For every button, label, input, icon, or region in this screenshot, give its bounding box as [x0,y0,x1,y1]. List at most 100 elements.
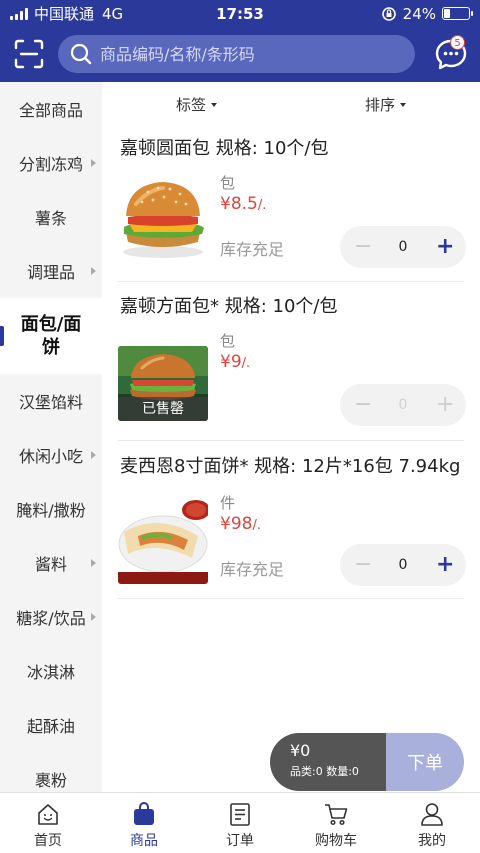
burger-image[interactable] [118,172,208,264]
quantity-value[interactable]: 0 [399,397,408,413]
decrease-button[interactable]: − [354,394,372,416]
sort-filter[interactable]: 排序 [365,94,407,115]
top-bar: 中国联通 4G 17:53 24% 商品编码/名称/条形码 5 [0,0,480,82]
product-price: ¥98/. [220,514,261,534]
battery-percent: 24% [402,4,436,23]
orientation-lock-icon [381,6,396,21]
sidebar-item-label: 裹粉 [34,771,67,790]
sidebar-item-category[interactable]: 休闲小吃 [0,428,102,482]
cart-summary-bar: ¥0 品类:0 数量:0 下单 [270,733,464,791]
bag-icon [134,802,154,825]
message-badge: 5 [450,35,465,50]
nav-item-cart[interactable]: 购物车 [288,793,384,853]
sold-out-label: 已售罄 [118,397,208,421]
user-icon [421,803,443,826]
sidebar-item-label: 面包/面饼 [20,313,82,358]
network-type: 4G [102,4,124,23]
product-list-area: 标签 排序 嘉顿圆面包 规格: 10个/包 包 ¥8.5/. 库存充足 − 0 … [102,82,480,792]
sidebar-item-category[interactable]: 裹粉 [0,752,102,792]
order-list-icon [230,803,250,826]
caret-down-icon [211,102,218,107]
home-icon [38,804,58,825]
place-order-button[interactable]: 下单 [386,733,464,791]
nav-item-home[interactable]: 首页 [0,793,96,853]
chevron-right-icon [91,559,96,567]
nav-item-profile[interactable]: 我的 [384,793,480,853]
search-input[interactable] [100,44,400,64]
quantity-stepper: − 0 + [340,384,466,426]
nav-item-products[interactable]: 商品 [96,793,192,853]
product-card[interactable]: 嘉顿方面包* 规格: 10个/包 已售罄 包 ¥9/. − 0 + [118,292,466,441]
increase-button[interactable]: + [436,236,454,258]
caret-down-icon [400,102,407,107]
sidebar-item-category[interactable]: 薯条 [0,190,102,244]
product-name: 嘉顿方面包* 规格: 10个/包 [120,296,338,317]
nav-label: 购物车 [315,833,357,849]
tag-filter-label: 标签 [176,96,207,114]
search-icon [70,43,92,65]
wrap-image[interactable] [118,492,208,584]
sidebar-item-category[interactable]: 面包/面饼 [0,298,102,374]
sidebar-item-label: 起酥油 [26,717,75,736]
bottom-nav: 首页 商品 订单 购物车 我的 [0,792,480,853]
product-unit: 件 [220,494,236,512]
product-unit: 包 [220,174,236,192]
stock-status: 库存充足 [220,560,285,579]
sidebar-item-label: 薯条 [34,209,67,228]
sidebar-item-category[interactable]: 冰淇淋 [0,644,102,698]
sidebar-item-label: 调理品 [26,263,75,282]
signal-icon [10,7,28,20]
product-name: 嘉顿圆面包 规格: 10个/包 [120,138,329,159]
nav-item-orders[interactable]: 订单 [192,793,288,853]
sidebar-item-label: 糖浆/饮品 [16,609,86,628]
quantity-stepper: − 0 + [340,544,466,586]
decrease-button[interactable]: − [354,554,372,576]
decrease-button[interactable]: − [354,236,372,258]
sidebar-item-category[interactable]: 汉堡馅料 [0,374,102,428]
scan-icon[interactable] [14,39,44,69]
nav-label: 订单 [226,833,254,849]
sort-filter-label: 排序 [365,96,396,114]
filter-bar: 标签 排序 [102,82,480,124]
sidebar-item-category[interactable]: 全部商品 [0,82,102,136]
sidebar-item-category[interactable]: 酱料 [0,536,102,590]
sidebar-item-category[interactable]: 分割冻鸡 [0,136,102,190]
sidebar-item-label: 分割冻鸡 [18,155,83,174]
sidebar-item-category[interactable]: 起酥油 [0,698,102,752]
status-bar: 中国联通 4G 17:53 24% [0,0,480,27]
stock-status: 库存充足 [220,240,285,259]
search-bar[interactable] [58,35,415,73]
nav-label: 我的 [418,833,446,849]
category-sidebar: 全部商品分割冻鸡薯条调理品面包/面饼汉堡馅料休闲小吃腌料/撒粉酱料糖浆/饮品冰淇… [0,82,102,792]
increase-button[interactable]: + [436,554,454,576]
increase-button[interactable]: + [436,394,454,416]
product-card[interactable]: 麦西恩8寸面饼* 规格: 12片*16包 7.94kg 件 ¥98/. 库存充足… [118,452,466,599]
product-price: ¥8.5/. [220,194,267,214]
sidebar-item-label: 休闲小吃 [18,447,83,466]
nav-label: 首页 [34,833,62,849]
sidebar-item-label: 冰淇淋 [26,663,75,682]
chevron-right-icon [91,613,96,621]
quantity-value[interactable]: 0 [399,557,408,573]
battery-icon [442,7,473,20]
carrier-name: 中国联通 [34,5,95,23]
nav-label: 商品 [130,833,158,849]
quantity-stepper: − 0 + [340,226,466,268]
tag-filter[interactable]: 标签 [176,94,218,115]
quantity-value[interactable]: 0 [399,239,408,255]
cart-icon [325,804,348,826]
cart-summary[interactable]: ¥0 品类:0 数量:0 [270,733,386,791]
sidebar-item-label: 酱料 [34,555,67,574]
chevron-right-icon [91,159,96,167]
chevron-right-icon [91,267,96,275]
sidebar-item-category[interactable]: 腌料/撒粉 [0,482,102,536]
product-card[interactable]: 嘉顿圆面包 规格: 10个/包 包 ¥8.5/. 库存充足 − 0 + [118,134,466,282]
cart-total: ¥0 [290,741,311,760]
sandwich-image[interactable]: 已售罄 [118,346,208,421]
sidebar-item-category[interactable]: 糖浆/饮品 [0,590,102,644]
product-name: 麦西恩8寸面饼* 规格: 12片*16包 7.94kg [120,456,461,477]
sidebar-item-category[interactable]: 调理品 [0,244,102,298]
product-price: ¥9/. [220,352,251,372]
product-unit: 包 [220,332,236,350]
sidebar-item-label: 汉堡馅料 [18,393,83,412]
